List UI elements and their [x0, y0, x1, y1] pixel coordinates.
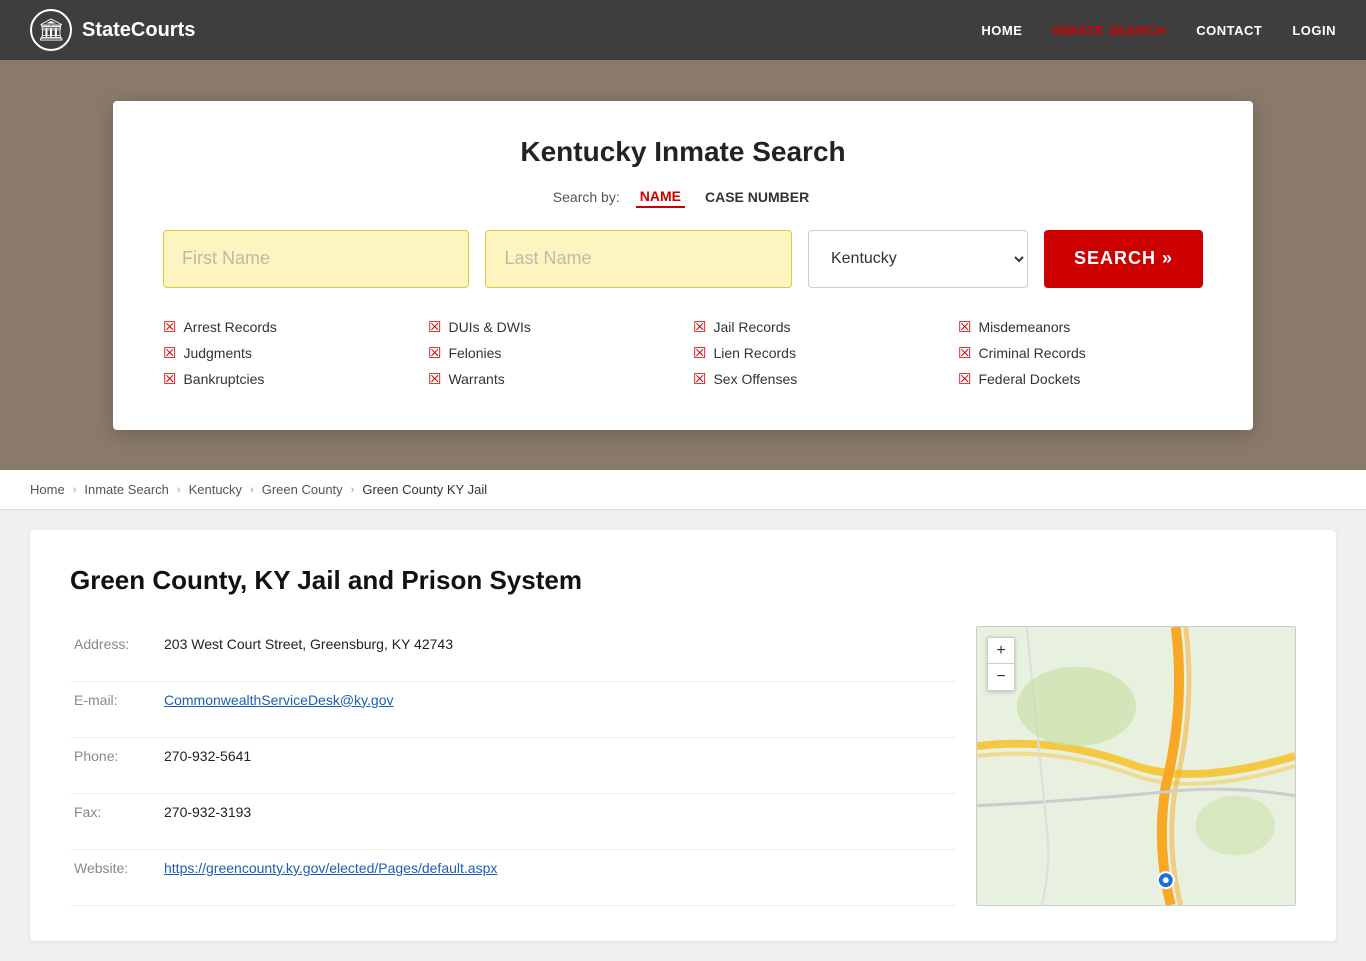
check-icon: ☒	[428, 370, 441, 388]
check-icon: ☒	[693, 344, 706, 362]
features-grid: ☒ Arrest Records ☒ DUIs & DWIs ☒ Jail Records…	[163, 316, 1203, 390]
tab-case-number[interactable]: CASE NUMBER	[701, 187, 813, 207]
feature-item: ☒ Federal Dockets	[958, 368, 1203, 390]
feature-item: ☒ Arrest Records	[163, 316, 408, 338]
breadcrumb-link[interactable]: Kentucky	[189, 482, 242, 497]
map-zoom-out[interactable]: −	[988, 664, 1014, 690]
feature-label: Sex Offenses	[713, 371, 797, 387]
breadcrumb-link[interactable]: Inmate Search	[84, 482, 169, 497]
fax-row: Fax: 270-932-3193	[70, 793, 956, 849]
breadcrumb-separator: ›	[177, 484, 181, 496]
check-icon: ☒	[958, 344, 971, 362]
feature-label: Federal Dockets	[978, 371, 1080, 387]
email-link[interactable]: CommonwealthServiceDesk@ky.gov	[164, 692, 393, 708]
logo-text: StateCourts	[82, 19, 195, 42]
breadcrumb-link[interactable]: Home	[30, 482, 65, 497]
logo-icon: 🏛	[30, 9, 72, 51]
phone-value: 270-932-5641	[160, 737, 956, 793]
feature-item: ☒ Sex Offenses	[693, 368, 938, 390]
check-icon: ☒	[428, 318, 441, 336]
main-content: Green County, KY Jail and Prison System …	[0, 510, 1366, 961]
content-card: Green County, KY Jail and Prison System …	[30, 530, 1336, 941]
map-area: + −	[976, 626, 1296, 906]
check-icon: ☒	[428, 344, 441, 362]
address-value: 203 West Court Street, Greensburg, KY 42…	[160, 626, 956, 681]
last-name-input[interactable]	[485, 230, 791, 288]
address-label: Address:	[70, 626, 160, 681]
email-value: CommonwealthServiceDesk@ky.gov	[160, 681, 956, 737]
hero-section: COURTHOUSE Kentucky Inmate Search Search…	[0, 60, 1366, 470]
email-label: E-mail:	[70, 681, 160, 737]
check-icon: ☒	[693, 370, 706, 388]
feature-label: Criminal Records	[978, 345, 1085, 361]
fax-value: 270-932-3193	[160, 793, 956, 849]
feature-item: ☒ Felonies	[428, 342, 673, 364]
feature-item: ☒ Criminal Records	[958, 342, 1203, 364]
nav-contact[interactable]: CONTACT	[1196, 23, 1262, 38]
feature-item: ☒ Lien Records	[693, 342, 938, 364]
feature-label: Jail Records	[713, 319, 790, 335]
feature-label: Lien Records	[713, 345, 796, 361]
search-by-row: Search by: NAME CASE NUMBER	[163, 186, 1203, 208]
feature-item: ☒ DUIs & DWIs	[428, 316, 673, 338]
first-name-input[interactable]	[163, 230, 469, 288]
email-row: E-mail: CommonwealthServiceDesk@ky.gov	[70, 681, 956, 737]
feature-label: Bankruptcies	[183, 371, 264, 387]
website-value: https://greencounty.ky.gov/elected/Pages…	[160, 849, 956, 905]
breadcrumb-current: Green County KY Jail	[362, 482, 487, 497]
facility-info: Address: 203 West Court Street, Greensbu…	[70, 626, 1296, 906]
tab-name[interactable]: NAME	[636, 186, 685, 208]
feature-label: Arrest Records	[183, 319, 276, 335]
check-icon: ☒	[958, 370, 971, 388]
feature-item: ☒ Bankruptcies	[163, 368, 408, 390]
feature-item: ☒ Warrants	[428, 368, 673, 390]
check-icon: ☒	[163, 344, 176, 362]
feature-label: Misdemeanors	[978, 319, 1070, 335]
nav-login[interactable]: LOGIN	[1292, 23, 1336, 38]
breadcrumb-separator: ›	[73, 484, 77, 496]
search-button[interactable]: SEARCH »	[1044, 230, 1203, 288]
feature-item: ☒ Judgments	[163, 342, 408, 364]
search-card: Kentucky Inmate Search Search by: NAME C…	[113, 101, 1253, 430]
feature-label: Warrants	[448, 371, 504, 387]
breadcrumb-separator: ›	[351, 484, 355, 496]
nav-home[interactable]: HOME	[981, 23, 1022, 38]
breadcrumb-separator: ›	[250, 484, 254, 496]
address-row: Address: 203 West Court Street, Greensbu…	[70, 626, 956, 681]
check-icon: ☒	[693, 318, 706, 336]
fax-label: Fax:	[70, 793, 160, 849]
check-icon: ☒	[163, 370, 176, 388]
breadcrumb-link[interactable]: Green County	[262, 482, 343, 497]
logo[interactable]: 🏛 StateCourts	[30, 9, 195, 51]
nav-inmate-search[interactable]: INMATE SEARCH	[1052, 23, 1166, 38]
feature-label: Judgments	[183, 345, 251, 361]
facility-title: Green County, KY Jail and Prison System	[70, 565, 1296, 596]
feature-label: DUIs & DWIs	[448, 319, 530, 335]
nav: HOME INMATE SEARCH CONTACT LOGIN	[981, 23, 1336, 38]
check-icon: ☒	[163, 318, 176, 336]
check-icon: ☒	[958, 318, 971, 336]
info-table: Address: 203 West Court Street, Greensbu…	[70, 626, 956, 906]
website-link[interactable]: https://greencounty.ky.gov/elected/Pages…	[164, 860, 497, 876]
map-svg	[977, 627, 1295, 905]
search-title: Kentucky Inmate Search	[163, 136, 1203, 168]
search-by-label: Search by:	[553, 189, 620, 205]
search-inputs-row: Kentucky Alabama Alaska Arizona Arkansas…	[163, 230, 1203, 288]
map-controls: + −	[987, 637, 1015, 691]
feature-item: ☒ Jail Records	[693, 316, 938, 338]
breadcrumb: Home › Inmate Search › Kentucky › Green County…	[0, 470, 1366, 510]
website-label: Website:	[70, 849, 160, 905]
phone-row: Phone: 270-932-5641	[70, 737, 956, 793]
feature-item: ☒ Misdemeanors	[958, 316, 1203, 338]
map-zoom-in[interactable]: +	[988, 638, 1014, 664]
header: 🏛 StateCourts HOME INMATE SEARCH CONTACT…	[0, 0, 1366, 60]
phone-label: Phone:	[70, 737, 160, 793]
feature-label: Felonies	[448, 345, 501, 361]
state-select[interactable]: Kentucky Alabama Alaska Arizona Arkansas…	[808, 230, 1028, 288]
website-row: Website: https://greencounty.ky.gov/elec…	[70, 849, 956, 905]
